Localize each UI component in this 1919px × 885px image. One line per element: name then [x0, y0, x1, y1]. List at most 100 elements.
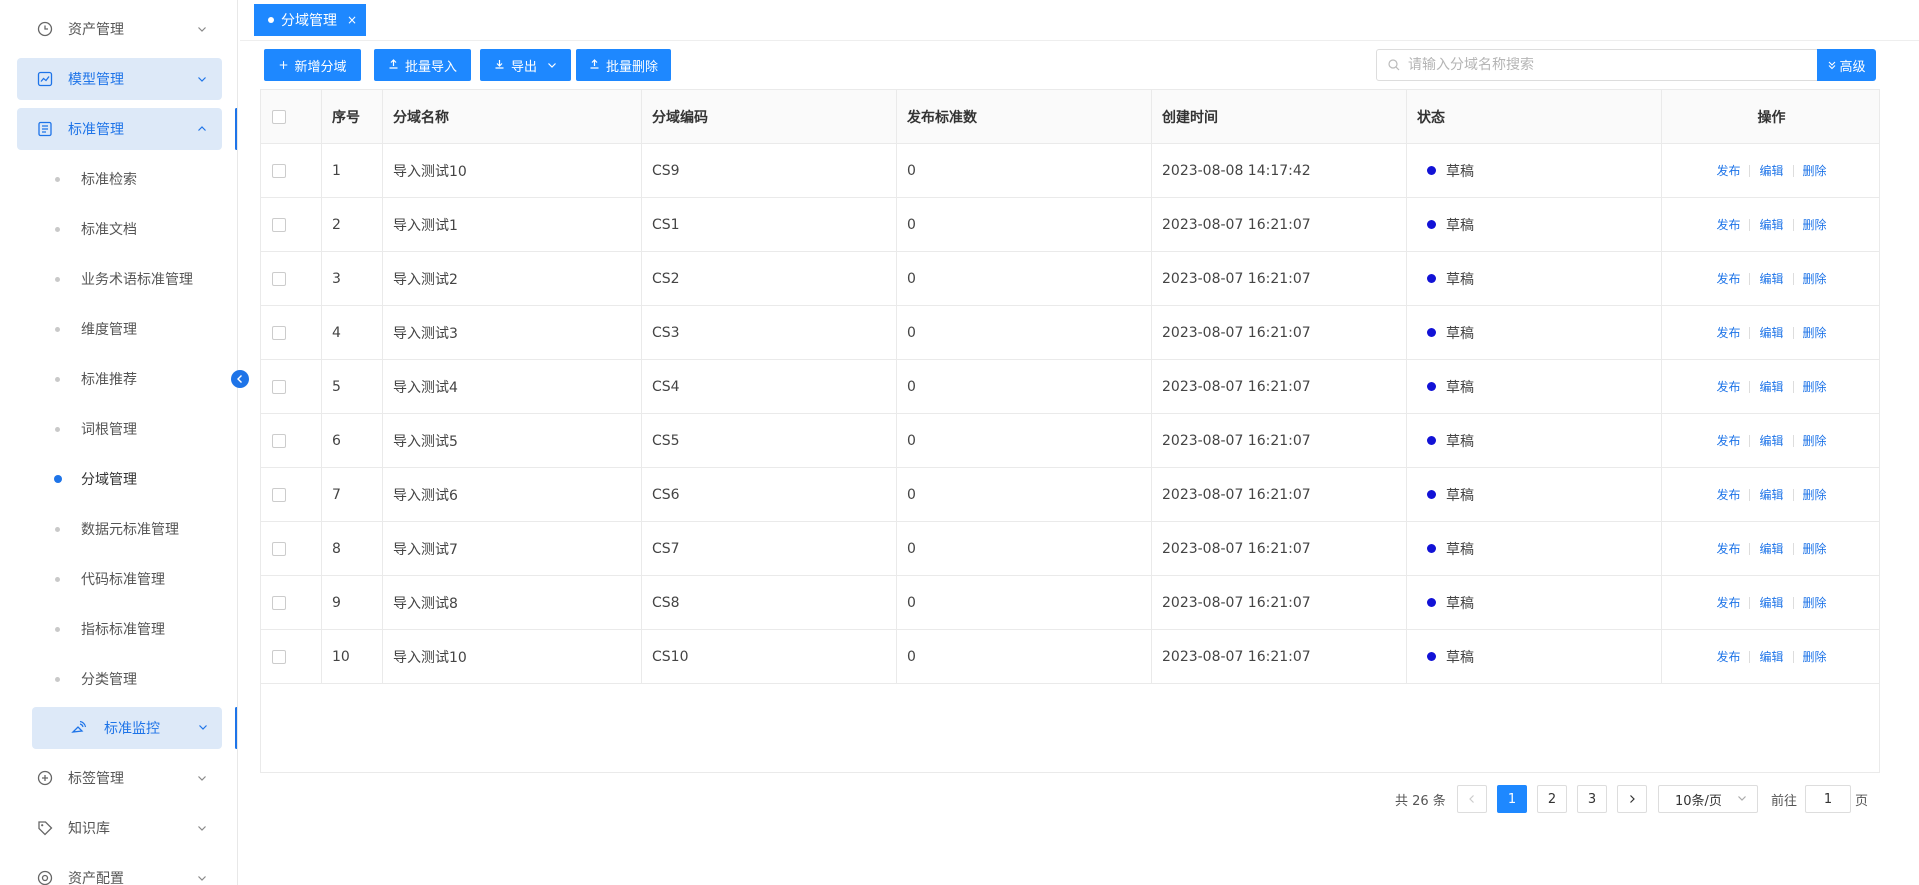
table-cell: 0: [897, 522, 1152, 575]
batch-delete-button[interactable]: 批量删除: [576, 49, 671, 81]
collapse-sidebar-button[interactable]: [231, 370, 249, 388]
row-checkbox[interactable]: [272, 379, 286, 394]
sub-item-word-root[interactable]: 词根管理: [17, 408, 222, 450]
row-checkbox[interactable]: [272, 163, 286, 178]
delete-button[interactable]: 删除: [1803, 594, 1827, 611]
publish-button[interactable]: 发布: [1716, 648, 1740, 665]
table-cell: 2023-08-07 16:21:07: [1152, 360, 1407, 413]
domain-name-link[interactable]: 导入测试4: [383, 360, 642, 413]
edit-button[interactable]: 编辑: [1759, 594, 1783, 611]
publish-button[interactable]: 发布: [1716, 270, 1740, 287]
page-unit-label: 页: [1855, 793, 1869, 809]
header-cell: 分域名称: [383, 90, 642, 143]
row-checkbox[interactable]: [272, 487, 286, 502]
delete-button[interactable]: 删除: [1803, 270, 1827, 287]
edit-button[interactable]: 编辑: [1759, 540, 1783, 557]
delete-button[interactable]: 删除: [1803, 540, 1827, 557]
table-row: 9 导入测试8 CS8 0 2023-08-07 16:21:07 草稿 发布 编辑 删除: [261, 576, 1879, 630]
publish-button[interactable]: 发布: [1716, 162, 1740, 179]
select-all-checkbox[interactable]: [272, 109, 286, 124]
ops-cell: 发布 编辑 删除: [1662, 252, 1881, 305]
delete-button[interactable]: 删除: [1803, 432, 1827, 449]
publish-button[interactable]: 发布: [1716, 540, 1740, 557]
menu-asset-management[interactable]: 资产管理: [17, 8, 222, 50]
menu-asset-config[interactable]: 资产配置: [17, 857, 222, 885]
sub-item-dimensions[interactable]: 维度管理: [17, 308, 222, 350]
publish-button[interactable]: 发布: [1716, 216, 1740, 233]
edit-button[interactable]: 编辑: [1759, 162, 1783, 179]
row-checkbox[interactable]: [272, 541, 286, 556]
add-domain-button[interactable]: + 新增分域: [264, 49, 361, 81]
domain-name-link[interactable]: 导入测试1: [383, 198, 642, 251]
row-checkbox[interactable]: [272, 649, 286, 664]
prev-page-button[interactable]: [1457, 785, 1487, 813]
edit-button[interactable]: 编辑: [1759, 432, 1783, 449]
next-page-button[interactable]: [1617, 785, 1647, 813]
domain-name-link[interactable]: 导入测试10: [383, 144, 642, 197]
delete-button[interactable]: 删除: [1803, 648, 1827, 665]
sub-item-standard-docs[interactable]: 标准文档: [17, 208, 222, 250]
export-button[interactable]: 导出: [480, 49, 571, 81]
edit-button[interactable]: 编辑: [1759, 378, 1783, 395]
sub-item-classification[interactable]: 分类管理: [17, 658, 222, 700]
publish-button[interactable]: 发布: [1716, 378, 1740, 395]
publish-button[interactable]: 发布: [1716, 324, 1740, 341]
domain-name-link[interactable]: 导入测试3: [383, 306, 642, 359]
menu-standard-management[interactable]: 标准管理: [17, 108, 222, 150]
publish-button[interactable]: 发布: [1716, 432, 1740, 449]
publish-button[interactable]: 发布: [1716, 594, 1740, 611]
divider: [1749, 164, 1751, 177]
sub-item-code-standard[interactable]: 代码标准管理: [17, 558, 222, 600]
menu-model-management[interactable]: 模型管理: [17, 58, 222, 100]
row-checkbox[interactable]: [272, 433, 286, 448]
table-cell: CS10: [642, 630, 897, 683]
delete-button[interactable]: 删除: [1803, 162, 1827, 179]
row-checkbox[interactable]: [272, 217, 286, 232]
row-checkbox[interactable]: [272, 271, 286, 286]
delete-button[interactable]: 删除: [1803, 324, 1827, 341]
domain-name-link[interactable]: 导入测试6: [383, 468, 642, 521]
table-cell: CS2: [642, 252, 897, 305]
publish-button[interactable]: 发布: [1716, 486, 1740, 503]
chevron-down-icon: [547, 60, 557, 70]
delete-button[interactable]: 删除: [1803, 216, 1827, 233]
sub-item-data-element[interactable]: 数据元标准管理: [17, 508, 222, 550]
page-2-button[interactable]: 2: [1537, 785, 1567, 813]
sub-item-business-terms[interactable]: 业务术语标准管理: [17, 258, 222, 300]
domain-name-link[interactable]: 导入测试8: [383, 576, 642, 629]
sub-item-recommend[interactable]: 标准推荐: [17, 358, 222, 400]
page-1-button[interactable]: 1: [1497, 785, 1527, 813]
domain-name-link[interactable]: 导入测试5: [383, 414, 642, 467]
table-cell: 0: [897, 144, 1152, 197]
menu-knowledge-base[interactable]: 知识库: [17, 807, 222, 849]
advanced-search-button[interactable]: 高级: [1817, 49, 1876, 81]
batch-import-button[interactable]: 批量导入: [374, 49, 471, 81]
divider: [1749, 650, 1751, 663]
edit-button[interactable]: 编辑: [1759, 324, 1783, 341]
domain-name-link[interactable]: 导入测试10: [383, 630, 642, 683]
sub-item-indicator-standard[interactable]: 指标标准管理: [17, 608, 222, 650]
goto-label: 前往: [1771, 793, 1798, 809]
edit-button[interactable]: 编辑: [1759, 648, 1783, 665]
edit-button[interactable]: 编辑: [1759, 216, 1783, 233]
menu-standard-monitor[interactable]: 标准监控: [32, 707, 222, 749]
sub-item-domain-management[interactable]: 分域管理: [17, 458, 222, 500]
row-checkbox[interactable]: [272, 325, 286, 340]
status-dot: [1427, 328, 1436, 337]
close-icon[interactable]: ×: [347, 13, 357, 27]
page-3-button[interactable]: 3: [1577, 785, 1607, 813]
tab-domain-management[interactable]: 分域管理 ×: [254, 4, 366, 36]
delete-button[interactable]: 删除: [1803, 378, 1827, 395]
search-input[interactable]: [1408, 57, 1788, 73]
table-cell: CS5: [642, 414, 897, 467]
domain-name-link[interactable]: 导入测试7: [383, 522, 642, 575]
edit-button[interactable]: 编辑: [1759, 486, 1783, 503]
menu-tag-management[interactable]: 标签管理: [17, 757, 222, 799]
goto-page-input[interactable]: 1: [1805, 785, 1851, 813]
delete-button[interactable]: 删除: [1803, 486, 1827, 503]
sub-item-standard-search[interactable]: 标准检索: [17, 158, 222, 200]
page-size-select[interactable]: 10条/页: [1658, 785, 1758, 813]
edit-button[interactable]: 编辑: [1759, 270, 1783, 287]
row-checkbox[interactable]: [272, 595, 286, 610]
domain-name-link[interactable]: 导入测试2: [383, 252, 642, 305]
